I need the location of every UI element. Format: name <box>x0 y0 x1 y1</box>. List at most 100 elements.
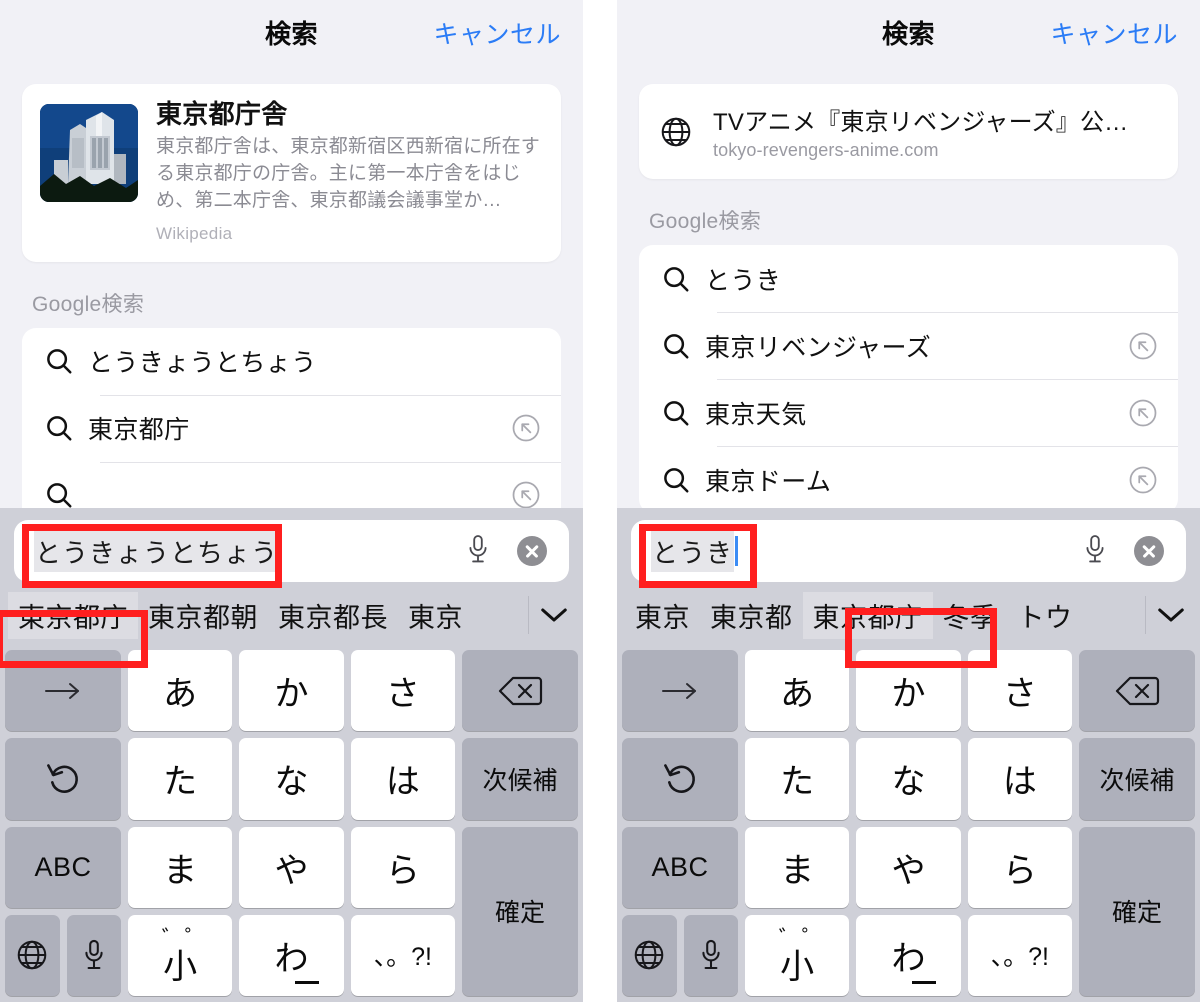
punctuation-key[interactable]: 、。?! <box>350 914 455 996</box>
fill-arrow-icon[interactable] <box>509 413 543 443</box>
candidate-item[interactable]: 東京都長 <box>268 592 398 639</box>
top-hit-card-wikipedia[interactable]: 東京都庁舎 東京都庁舎は、東京都新宿区西新宿に所在する東京都庁の庁舎。主に第一本… <box>22 84 561 262</box>
a-row-key[interactable]: あ <box>128 650 233 732</box>
card-title: 東京都庁舎 <box>156 99 288 129</box>
wa-row-key[interactable]: わ <box>239 914 344 996</box>
punctuation-key[interactable]: 、。?! <box>967 914 1072 996</box>
microphone-icon[interactable] <box>1082 533 1108 570</box>
card-thumbnail <box>40 104 138 202</box>
small-kana-key[interactable]: ゛゜ 小 <box>128 914 233 996</box>
globe-mic-pair <box>5 914 121 996</box>
fill-arrow-icon[interactable] <box>1126 465 1160 495</box>
ta-row-key[interactable]: た <box>745 738 850 820</box>
ya-row-key[interactable]: や <box>856 826 961 908</box>
mic-key[interactable] <box>683 914 738 996</box>
small-kana-key[interactable]: ゛゜ 小 <box>745 914 850 996</box>
search-icon <box>661 465 705 495</box>
ya-row-key[interactable]: や <box>239 826 344 908</box>
search-input[interactable]: とうき <box>631 520 1186 582</box>
candidate-item[interactable]: 東京都庁 <box>8 591 138 639</box>
cursor-right-key[interactable] <box>622 650 738 732</box>
suggestion-list-left: とうきょうとちょう 東京都庁 <box>22 327 561 529</box>
fill-arrow-icon[interactable] <box>1126 398 1160 428</box>
confirm-key[interactable]: 確定 <box>462 826 578 996</box>
card-url: tokyo-revengers-anime.com <box>713 140 939 160</box>
chevron-down-icon[interactable] <box>535 596 573 634</box>
wa-glyph: わ <box>274 939 309 978</box>
card-description: 東京都庁舎は、東京都新宿区西新宿に所在する東京都庁の庁舎。主に第一本庁舎をはじめ… <box>156 135 541 211</box>
confirm-key[interactable]: 確定 <box>1079 826 1195 996</box>
phone-screen-left: 検索 キャンセル 東京都庁舎 東京都庁舎は、東京都新宿区西新宿に所在する東京都庁… <box>0 0 583 1002</box>
card-body: TVアニメ『東京リベンジャーズ』公… tokyo-revengers-anime… <box>713 102 1158 161</box>
sa-row-key[interactable]: さ <box>350 650 455 732</box>
fill-arrow-icon[interactable] <box>509 480 543 510</box>
suggestion-text: 東京ドーム <box>705 467 832 496</box>
ma-row-key[interactable]: ま <box>128 826 233 908</box>
search-icon <box>661 264 705 294</box>
candidate-item[interactable]: 東京都 <box>700 592 803 639</box>
undo-key[interactable] <box>5 738 121 820</box>
key-grid-left: あ か さ た な は 次候補 ABC ま や ら 確定 ゛゜ 小 わ 、。?! <box>0 646 583 1002</box>
backspace-key[interactable] <box>1079 650 1195 732</box>
a-row-key[interactable]: あ <box>745 650 850 732</box>
mic-key[interactable] <box>66 914 121 996</box>
cancel-button[interactable]: キャンセル <box>1050 15 1178 51</box>
cancel-button[interactable]: キャンセル <box>433 15 561 51</box>
list-item[interactable]: 東京天気 <box>639 379 1178 446</box>
input-trailing-icons <box>1082 533 1170 570</box>
backspace-key[interactable] <box>462 650 578 732</box>
next-candidate-key[interactable]: 次候補 <box>462 738 578 820</box>
search-input[interactable]: とうきょうとちょう <box>14 520 569 582</box>
sa-row-key[interactable]: さ <box>967 650 1072 732</box>
fill-arrow-icon[interactable] <box>1126 331 1160 361</box>
ra-row-key[interactable]: ら <box>967 826 1072 908</box>
list-item[interactable]: 東京ドーム <box>639 446 1178 513</box>
globe-key[interactable] <box>622 914 677 996</box>
na-row-key[interactable]: な <box>856 738 961 820</box>
card-body: 東京都庁舎 東京都庁舎は、東京都新宿区西新宿に所在する東京都庁の庁舎。主に第一本… <box>156 99 543 244</box>
candidate-item[interactable]: 冬季 <box>933 592 1008 639</box>
candidate-item[interactable]: 東京都庁 <box>802 591 933 639</box>
keyboard-input-wrap-left: とうきょうとちょう <box>0 508 583 584</box>
list-item[interactable]: 東京リベンジャーズ <box>639 312 1178 379</box>
candidate-item[interactable]: トウ <box>1008 592 1083 639</box>
wa-row-key[interactable]: わ <box>856 914 961 996</box>
candidate-item[interactable]: 東京 <box>398 592 473 639</box>
ma-row-key[interactable]: ま <box>745 826 850 908</box>
search-icon <box>44 413 88 443</box>
next-candidate-key[interactable]: 次候補 <box>1079 738 1195 820</box>
card-title: TVアニメ『東京リベンジャーズ』公… <box>713 109 1129 136</box>
input-trailing-icons <box>465 533 553 570</box>
top-hit-card-url[interactable]: TVアニメ『東京リベンジャーズ』公… tokyo-revengers-anime… <box>639 84 1178 179</box>
chevron-down-icon[interactable] <box>1152 596 1190 634</box>
ra-row-key[interactable]: ら <box>350 826 455 908</box>
section-label-google-search: Google検索 <box>649 210 762 233</box>
ka-row-key[interactable]: か <box>239 650 344 732</box>
globe-key[interactable] <box>5 914 60 996</box>
key-grid-right: あ か さ た な は 次候補 ABC ま や ら 確定 ゛゜ 小 わ 、。?! <box>617 646 1200 1002</box>
microphone-icon[interactable] <box>465 533 491 570</box>
ka-row-key[interactable]: か <box>856 650 961 732</box>
safari-search-overlay-left: 検索 キャンセル 東京都庁舎 東京都庁舎は、東京都新宿区西新宿に所在する東京都庁… <box>0 0 583 529</box>
list-item[interactable]: とうきょうとちょう <box>22 328 561 395</box>
abc-key[interactable]: ABC <box>622 826 738 908</box>
candidate-item[interactable]: 東京 <box>625 592 700 639</box>
japanese-keyboard-left: とうきょうとちょう 東京都庁 東京都朝 東京都長 東京 あ か さ た な は … <box>0 508 583 1002</box>
keyboard-input-wrap-right: とうき <box>617 508 1200 584</box>
ha-row-key[interactable]: は <box>967 738 1072 820</box>
clear-icon[interactable] <box>1134 536 1164 566</box>
undo-key[interactable] <box>622 738 738 820</box>
cursor-right-key[interactable] <box>5 650 121 732</box>
ta-row-key[interactable]: た <box>128 738 233 820</box>
nav-bar-left: 検索 キャンセル <box>0 0 583 62</box>
list-item[interactable]: とうき <box>639 245 1178 312</box>
ha-row-key[interactable]: は <box>350 738 455 820</box>
list-item[interactable]: 東京都庁 <box>22 394 561 462</box>
abc-key[interactable]: ABC <box>5 826 121 908</box>
na-row-key[interactable]: な <box>239 738 344 820</box>
phone-screen-right: 検索 キャンセル TVアニメ『東京リベンジャーズ』公… tokyo-reveng… <box>617 0 1200 1002</box>
candidate-item[interactable]: 東京都朝 <box>138 592 268 639</box>
suggestion-text: とうきょうとちょう <box>88 349 317 378</box>
text-caret <box>735 536 739 566</box>
clear-icon[interactable] <box>517 536 547 566</box>
